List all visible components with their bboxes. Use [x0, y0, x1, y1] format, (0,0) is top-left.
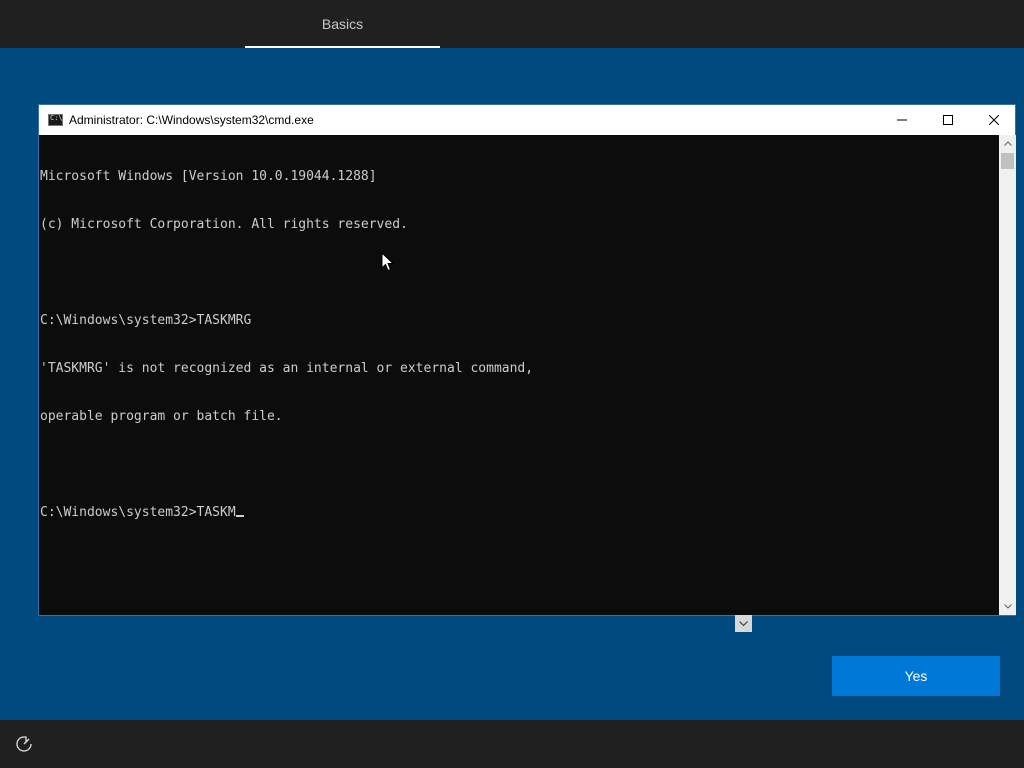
expand-button[interactable] — [735, 615, 752, 632]
console-line: operable program or batch file. — [40, 409, 283, 424]
oobe-bottom-bar — [0, 720, 1024, 768]
console-prompt-input[interactable]: C:\Windows\system32>TASKM — [40, 505, 236, 520]
vertical-scrollbar[interactable] — [999, 135, 1016, 615]
console-line: Microsoft Windows [Version 10.0.19044.12… — [40, 169, 377, 184]
scroll-down-button[interactable] — [999, 598, 1016, 615]
oobe-top-bar: Basics — [0, 0, 1024, 48]
scroll-thumb[interactable] — [1001, 153, 1014, 169]
minimize-button[interactable] — [879, 105, 925, 135]
maximize-button[interactable] — [925, 105, 971, 135]
scroll-up-button[interactable] — [999, 135, 1016, 152]
maximize-icon — [943, 115, 953, 125]
chevron-down-icon — [739, 621, 748, 626]
console-line: (c) Microsoft Corporation. All rights re… — [40, 217, 408, 232]
chevron-down-icon — [1003, 604, 1012, 609]
cmd-window-title: Administrator: C:\Windows\system32\cmd.e… — [69, 113, 314, 127]
accessibility-icon — [16, 736, 32, 752]
cmd-icon — [48, 114, 63, 126]
tab-active-underline — [245, 46, 440, 48]
accessibility-button[interactable] — [14, 734, 34, 754]
text-cursor — [235, 515, 244, 517]
minimize-icon — [897, 119, 907, 121]
close-button[interactable] — [971, 105, 1017, 135]
console-output[interactable]: Microsoft Windows [Version 10.0.19044.12… — [39, 135, 999, 615]
mouse-pointer-icon — [381, 252, 395, 272]
tab-basics[interactable]: Basics — [245, 0, 440, 48]
cmd-titlebar[interactable]: Administrator: C:\Windows\system32\cmd.e… — [39, 105, 1015, 135]
console-prompt-line[interactable]: C:\Windows\system32>TASKM — [40, 505, 999, 521]
console-line: 'TASKMRG' is not recognized as an intern… — [40, 361, 534, 376]
tab-basics-label: Basics — [321, 16, 364, 32]
console-line: C:\Windows\system32>TASKMRG — [40, 313, 252, 328]
yes-button[interactable]: Yes — [832, 656, 1000, 696]
cmd-window[interactable]: Administrator: C:\Windows\system32\cmd.e… — [38, 104, 1016, 616]
close-icon — [989, 115, 999, 125]
chevron-up-icon — [1003, 141, 1012, 146]
